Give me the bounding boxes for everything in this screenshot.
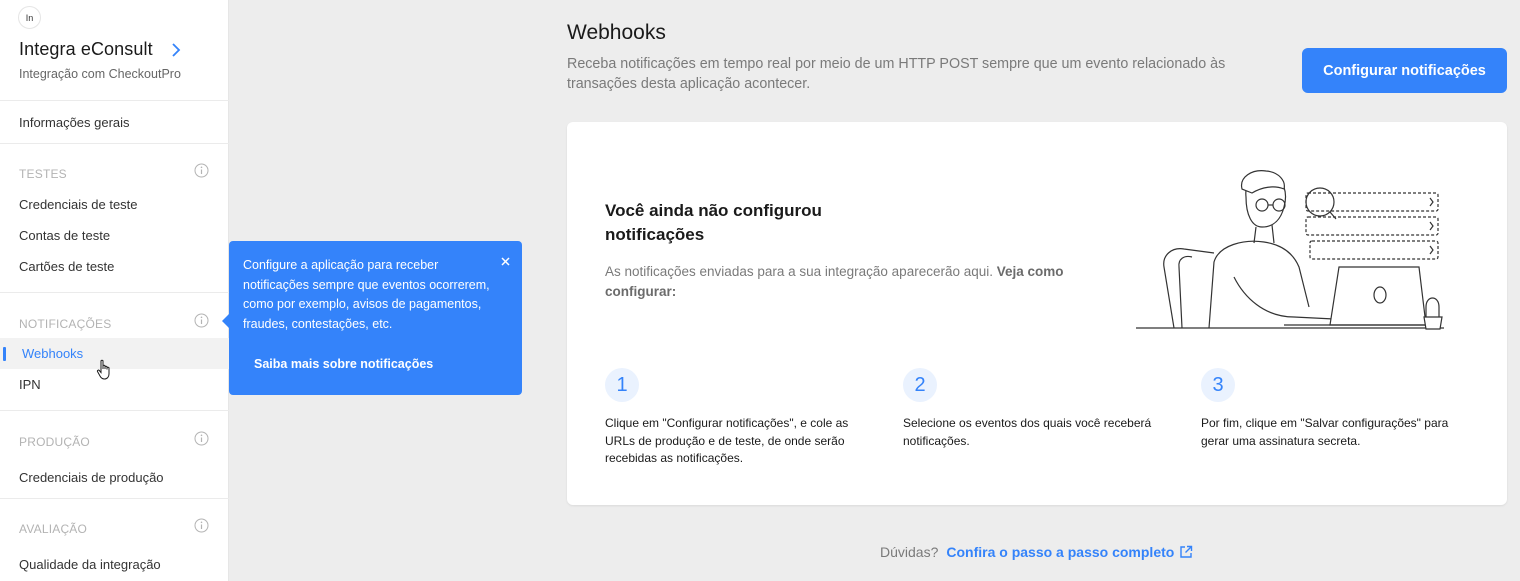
configure-notifications-button[interactable]: Configurar notificações	[1302, 48, 1507, 93]
full-guide-link[interactable]: Confira o passo a passo completo	[946, 544, 1174, 560]
app-title[interactable]: Integra eConsult	[19, 39, 153, 60]
step-1: 1 Clique em "Configurar notificações", e…	[605, 368, 880, 468]
section-label-production: PRODUÇÃO	[19, 435, 90, 449]
empty-state-card: Você ainda não configurou notificações A…	[567, 122, 1507, 505]
info-icon[interactable]	[194, 163, 209, 178]
page-title: Webhooks	[567, 21, 666, 44]
app-subtitle: Integração com CheckoutPro	[19, 67, 181, 81]
sidebar-item-test-credentials[interactable]: Credenciais de teste	[19, 197, 138, 212]
empty-state-title: Você ainda não configurou notificações	[605, 201, 822, 244]
step-number: 2	[903, 368, 937, 402]
info-icon[interactable]	[194, 313, 209, 328]
app-selector[interactable]: Integra eConsult	[19, 39, 181, 60]
step-text: Clique em "Configurar notificações", e c…	[605, 416, 849, 465]
tooltip-text: Configure a aplicação para receber notif…	[243, 258, 490, 332]
sidebar-item-webhooks[interactable]: Webhooks	[22, 346, 83, 361]
sidebar-item-overview[interactable]: Informações gerais	[19, 115, 130, 130]
divider	[0, 100, 229, 101]
active-indicator	[3, 347, 6, 361]
sidebar: In Integra eConsult Integração com Check…	[0, 0, 229, 581]
sidebar-item-test-accounts[interactable]: Contas de teste	[19, 228, 110, 243]
step-number: 3	[1201, 368, 1235, 402]
step-3: 3 Por fim, clique em "Salvar configuraçõ…	[1201, 368, 1476, 450]
section-label-evaluation: AVALIAÇÃO	[19, 522, 88, 536]
sidebar-item-ipn[interactable]: IPN	[19, 377, 41, 392]
divider	[0, 292, 229, 293]
empty-state-description: As notificações enviadas para a sua inte…	[605, 262, 1075, 302]
hand-cursor-icon	[96, 359, 110, 380]
divider	[0, 498, 229, 499]
divider	[0, 410, 229, 411]
step-text: Selecione os eventos dos quais você rece…	[903, 416, 1152, 448]
notifications-tooltip: Configure a aplicação para receber notif…	[229, 241, 522, 395]
info-icon[interactable]	[194, 518, 209, 533]
section-label-tests: TESTES	[19, 167, 67, 181]
sidebar-item-integration-quality[interactable]: Qualidade da integração	[19, 557, 161, 572]
chevron-right-icon[interactable]	[171, 42, 181, 57]
step-number: 1	[605, 368, 639, 402]
avatar[interactable]: In	[18, 6, 41, 29]
help-row: Dúvidas? Confira o passo a passo complet…	[880, 544, 1193, 560]
tooltip-learn-more-link[interactable]: Saiba mais sobre notificações	[254, 357, 433, 371]
divider	[0, 143, 229, 144]
step-text: Por fim, clique em "Salvar configurações…	[1201, 416, 1449, 448]
step-2: 2 Selecione os eventos dos quais você re…	[903, 368, 1178, 450]
person-laptop-illustration	[1136, 170, 1444, 330]
external-link-icon[interactable]	[1179, 545, 1193, 559]
empty-state-text: As notificações enviadas para a sua inte…	[605, 264, 993, 279]
info-icon[interactable]	[194, 431, 209, 446]
close-icon[interactable]	[498, 254, 512, 268]
help-label: Dúvidas?	[880, 544, 939, 560]
section-label-notifications: NOTIFICAÇÕES	[19, 317, 112, 331]
sidebar-item-test-cards[interactable]: Cartões de teste	[19, 259, 114, 274]
page-description: Receba notificações em tempo real por me…	[567, 56, 1226, 92]
sidebar-item-production-credentials[interactable]: Credenciais de produção	[19, 470, 164, 485]
